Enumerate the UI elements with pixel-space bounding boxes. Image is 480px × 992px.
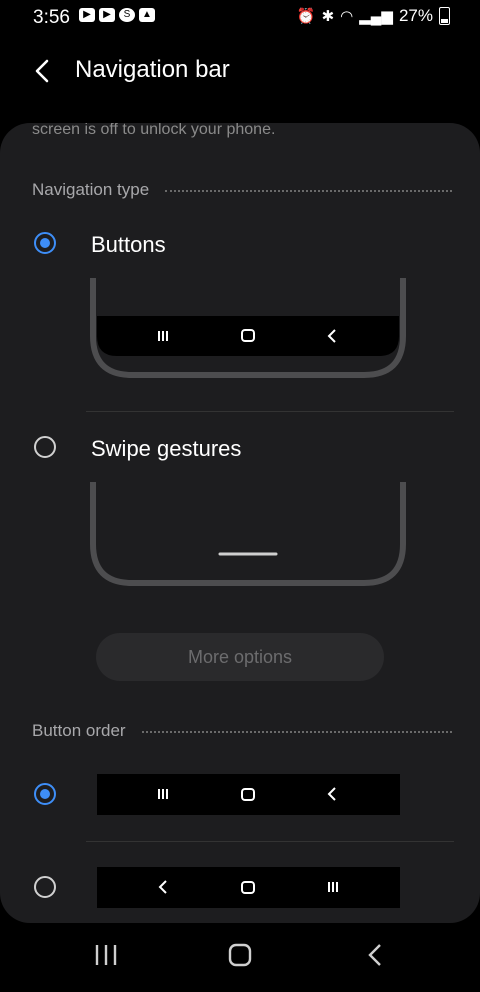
option-divider bbox=[86, 841, 454, 842]
battery-icon bbox=[439, 7, 450, 25]
buttons-radio[interactable] bbox=[34, 232, 56, 254]
youtube-icon: ▶ bbox=[99, 8, 115, 22]
signal-icon: ▂▄▆ bbox=[359, 8, 393, 25]
system-navigation-bar bbox=[0, 923, 480, 987]
buttons-option-label[interactable]: Buttons bbox=[91, 232, 166, 258]
section-divider bbox=[141, 731, 452, 733]
back-icon bbox=[327, 787, 336, 801]
order-1-radio[interactable] bbox=[34, 783, 56, 805]
navigation-type-header: Navigation type bbox=[32, 180, 452, 200]
notification-icons: ▶ ▶ S ▲ bbox=[79, 8, 155, 22]
swipe-gestures-preview[interactable] bbox=[90, 482, 406, 586]
swipe-gestures-radio[interactable] bbox=[34, 436, 56, 458]
home-button[interactable] bbox=[228, 943, 252, 967]
home-icon bbox=[241, 788, 255, 801]
section-divider bbox=[165, 190, 452, 192]
swipe-gestures-option-label[interactable]: Swipe gestures bbox=[91, 436, 241, 462]
recents-icon bbox=[158, 789, 168, 799]
button-order-header: Button order bbox=[32, 721, 452, 741]
status-time: 3:56 bbox=[33, 7, 70, 28]
section-title: Button order bbox=[32, 721, 126, 740]
option-divider bbox=[86, 411, 454, 412]
back-arrow-icon bbox=[35, 59, 49, 83]
battery-percent: 27% bbox=[398, 6, 433, 25]
back-icon bbox=[158, 880, 167, 894]
wifi-icon: ◠ bbox=[340, 8, 354, 25]
system-icons: ⏰ ✱ ◠ ▂▄▆ 27% bbox=[297, 6, 450, 26]
more-options-button[interactable]: More options bbox=[96, 633, 384, 681]
buttons-preview[interactable] bbox=[90, 278, 406, 378]
back-button[interactable] bbox=[368, 944, 381, 966]
recents-button[interactable] bbox=[95, 945, 117, 965]
order-2-preview[interactable] bbox=[97, 867, 400, 908]
back-button[interactable] bbox=[28, 56, 58, 86]
order-2-radio[interactable] bbox=[34, 876, 56, 898]
bluetooth-icon: ✱ bbox=[321, 8, 335, 25]
shazam-icon: S bbox=[119, 8, 135, 22]
recents-icon bbox=[328, 882, 338, 892]
status-bar: 3:56 ▶ ▶ S ▲ ⏰ ✱ ◠ ▂▄▆ 27% bbox=[0, 0, 480, 34]
page-title: Navigation bar bbox=[75, 56, 230, 83]
cut-off-description: screen is off to unlock your phone. bbox=[32, 123, 276, 138]
order-1-preview[interactable] bbox=[97, 774, 400, 815]
alarm-icon: ⏰ bbox=[296, 8, 316, 25]
youtube-icon: ▶ bbox=[79, 8, 95, 22]
image-icon: ▲ bbox=[139, 8, 155, 22]
section-title: Navigation type bbox=[32, 180, 150, 199]
settings-card: screen is off to unlock your phone. Navi… bbox=[0, 123, 480, 923]
home-icon bbox=[241, 881, 255, 894]
app-bar: Navigation bar bbox=[0, 34, 480, 110]
